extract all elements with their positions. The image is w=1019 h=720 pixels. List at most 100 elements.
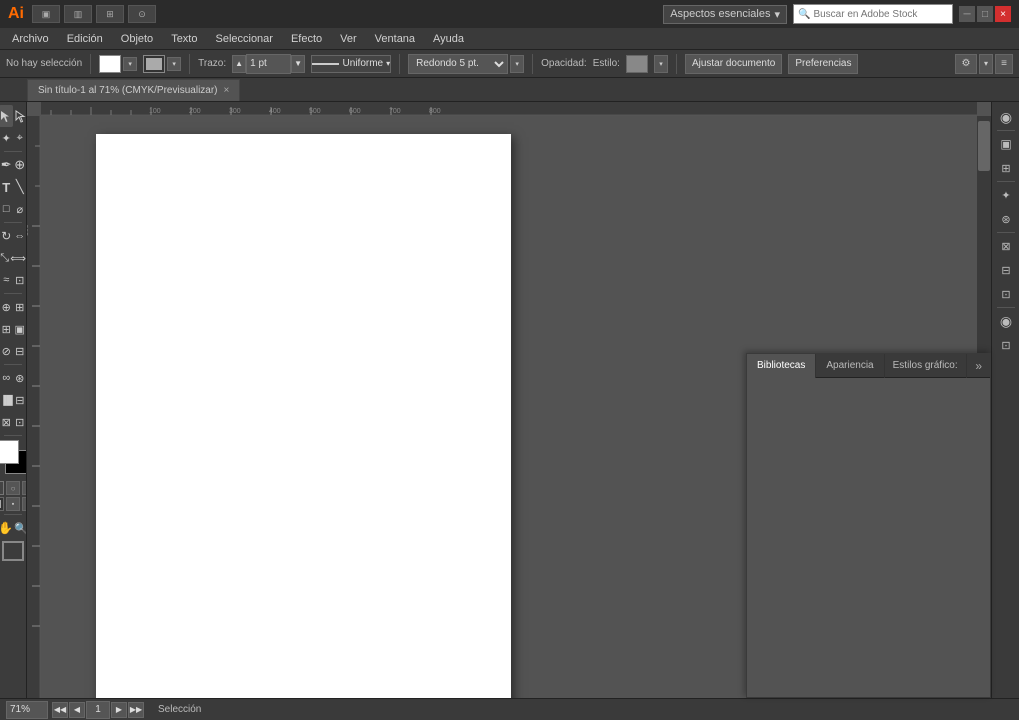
add-anchor-tool[interactable]: ⊕ <box>14 154 27 176</box>
warp-tool[interactable]: ≈ <box>0 269 13 291</box>
panel-more-button[interactable]: » <box>967 359 990 373</box>
shape-builder-tool[interactable]: ⊕ <box>0 296 13 318</box>
svg-text:300: 300 <box>229 108 241 115</box>
measure-tool[interactable]: ⊟ <box>14 340 27 362</box>
search-input[interactable] <box>813 9 948 20</box>
column-graph-tool[interactable]: ▐█ <box>0 389 13 411</box>
type-tool[interactable]: T <box>0 176 13 198</box>
graphic-styles-icon[interactable]: ⊠ <box>995 235 1017 257</box>
tab-apariencia[interactable]: Apariencia <box>816 354 884 378</box>
menu-edicion[interactable]: Edición <box>59 31 111 47</box>
document-tab[interactable]: Sin título-1 al 71% (CMYK/Previsualizar)… <box>27 79 240 101</box>
behind-mode-icon[interactable]: ○ <box>6 481 20 495</box>
last-page-button[interactable]: ▶▶ <box>128 702 144 718</box>
presentation-icon[interactable]: ▪ <box>22 497 27 511</box>
scroll-thumb-v[interactable] <box>978 121 990 171</box>
standard-screen-icon[interactable] <box>0 497 4 511</box>
full-screen-icon[interactable]: ▪ <box>6 497 20 511</box>
pen-tool[interactable]: ✒ <box>0 154 13 176</box>
menu-seleccionar[interactable]: Seleccionar <box>207 31 280 47</box>
cap-arrow[interactable]: ▾ <box>510 55 524 73</box>
menu-objeto[interactable]: Objeto <box>113 31 161 47</box>
line-tool[interactable]: ╲ <box>14 176 27 198</box>
asset-export-icon[interactable]: ⊡ <box>995 334 1017 356</box>
hand-tool[interactable]: ✋ <box>0 517 13 539</box>
selection-tool[interactable] <box>0 105 13 127</box>
menu-ventana[interactable]: Ventana <box>367 31 423 47</box>
rotate-tool[interactable]: ↻ <box>0 225 13 247</box>
stock-search[interactable]: 🔍 <box>793 4 953 24</box>
mesh-tool[interactable]: ⊞ <box>0 318 13 340</box>
inside-mode-icon[interactable]: □ <box>22 481 27 495</box>
workspace-selector[interactable]: Aspectos esenciales ▾ <box>663 5 787 24</box>
right-area: ◉ ▣ ⊞ ✦ ⊛ ⊠ ⊟ ⊡ ◉ ⊡ <box>991 102 1019 698</box>
style-arrow[interactable]: ▾ <box>654 55 668 73</box>
eyedropper-tool[interactable]: ⊘ <box>0 340 13 362</box>
adjust-document-button[interactable]: Ajustar documento <box>685 54 782 74</box>
gradient-tool[interactable]: ▣ <box>14 318 27 340</box>
perspective-tool[interactable]: ⊞ <box>14 296 27 318</box>
stroke-arrow[interactable]: ▾ <box>167 57 181 71</box>
fill-color-swatch[interactable] <box>99 55 121 73</box>
color-panel-icon[interactable]: ◉ <box>995 106 1017 128</box>
stroke-color-swatch[interactable] <box>143 55 165 73</box>
stroke-type[interactable]: Uniforme ▾ <box>311 55 391 73</box>
prev-page-button[interactable]: ◀ <box>69 702 85 718</box>
page-number-input[interactable] <box>86 701 110 719</box>
rectangle-row: □ ⌀ <box>0 198 26 220</box>
minimize-button[interactable]: ─ <box>959 6 975 22</box>
foreground-color[interactable] <box>0 440 19 464</box>
gradient-icon[interactable]: ▣ <box>995 133 1017 155</box>
fill-arrow[interactable]: ▾ <box>123 57 137 71</box>
screen-mode-icon[interactable] <box>2 541 24 561</box>
menu-ver[interactable]: Ver <box>332 31 365 47</box>
normal-mode-icon[interactable] <box>0 481 4 495</box>
first-page-button[interactable]: ◀◀ <box>52 702 68 718</box>
slice-select-tool[interactable]: ⊡ <box>14 411 27 433</box>
layers-icon[interactable]: ⊟ <box>995 259 1017 281</box>
menu-efecto[interactable]: Efecto <box>283 31 330 47</box>
direct-selection-tool[interactable] <box>14 105 28 127</box>
symbol-tool[interactable]: ⊛ <box>14 367 27 389</box>
links-icon[interactable]: ⊡ <box>995 283 1017 305</box>
swatches-icon[interactable]: ⊞ <box>995 157 1017 179</box>
arrange-icon[interactable]: ≡ <box>995 54 1013 74</box>
tab-estilos-graficos[interactable]: Estilos gráfico: <box>885 354 967 378</box>
next-page-button[interactable]: ▶ <box>111 702 127 718</box>
cap-style-select[interactable]: Redondo 5 pt. <box>408 54 508 74</box>
lasso-tool[interactable]: ⌖ <box>14 127 27 149</box>
menu-texto[interactable]: Texto <box>163 31 205 47</box>
mode-icon-4[interactable]: ⊙ <box>128 5 156 23</box>
style-color[interactable] <box>626 55 648 73</box>
magic-wand-tool[interactable]: ✦ <box>0 127 13 149</box>
options-more[interactable]: ▾ <box>979 54 993 74</box>
menu-ayuda[interactable]: Ayuda <box>425 31 472 47</box>
stroke-down[interactable]: ▼ <box>291 55 305 73</box>
stroke-value[interactable] <box>246 54 291 74</box>
zoom-level-input[interactable] <box>6 701 48 719</box>
zoom-tool[interactable]: 🔍 <box>14 517 27 539</box>
stroke-up[interactable]: ▲ <box>232 55 246 73</box>
free-transform-tool[interactable]: ⊡ <box>14 269 27 291</box>
close-button[interactable]: × <box>995 6 1011 22</box>
mode-icon-3[interactable]: ⊞ <box>96 5 124 23</box>
panel-options-icon[interactable]: ⚙ <box>955 54 977 74</box>
mode-icon-1[interactable]: ▣ <box>32 5 60 23</box>
tab-bibliotecas[interactable]: Bibliotecas <box>747 354 816 378</box>
maximize-button[interactable]: □ <box>977 6 993 22</box>
symbols-icon[interactable]: ⊛ <box>995 208 1017 230</box>
artboard-tool[interactable]: ⊟ <box>14 389 26 411</box>
preferences-button[interactable]: Preferencias <box>788 54 858 74</box>
cc-libraries-icon[interactable]: ◉ <box>995 310 1017 332</box>
reflect-tool[interactable]: ⇔ <box>14 225 27 247</box>
paintbrush-tool[interactable]: ⌀ <box>14 198 27 220</box>
scale-tool[interactable]: ⤡ <box>0 247 9 269</box>
width-tool[interactable]: ⟺ <box>10 247 26 269</box>
rectangle-tool[interactable]: □ <box>0 198 13 220</box>
tab-close-button[interactable]: × <box>224 85 230 96</box>
brushes-icon[interactable]: ✦ <box>995 184 1017 206</box>
menu-archivo[interactable]: Archivo <box>4 31 57 47</box>
slice-tool[interactable]: ⊠ <box>0 411 13 433</box>
mode-icon-2[interactable]: ▥ <box>64 5 92 23</box>
blend-tool[interactable]: ∞ <box>0 367 13 389</box>
